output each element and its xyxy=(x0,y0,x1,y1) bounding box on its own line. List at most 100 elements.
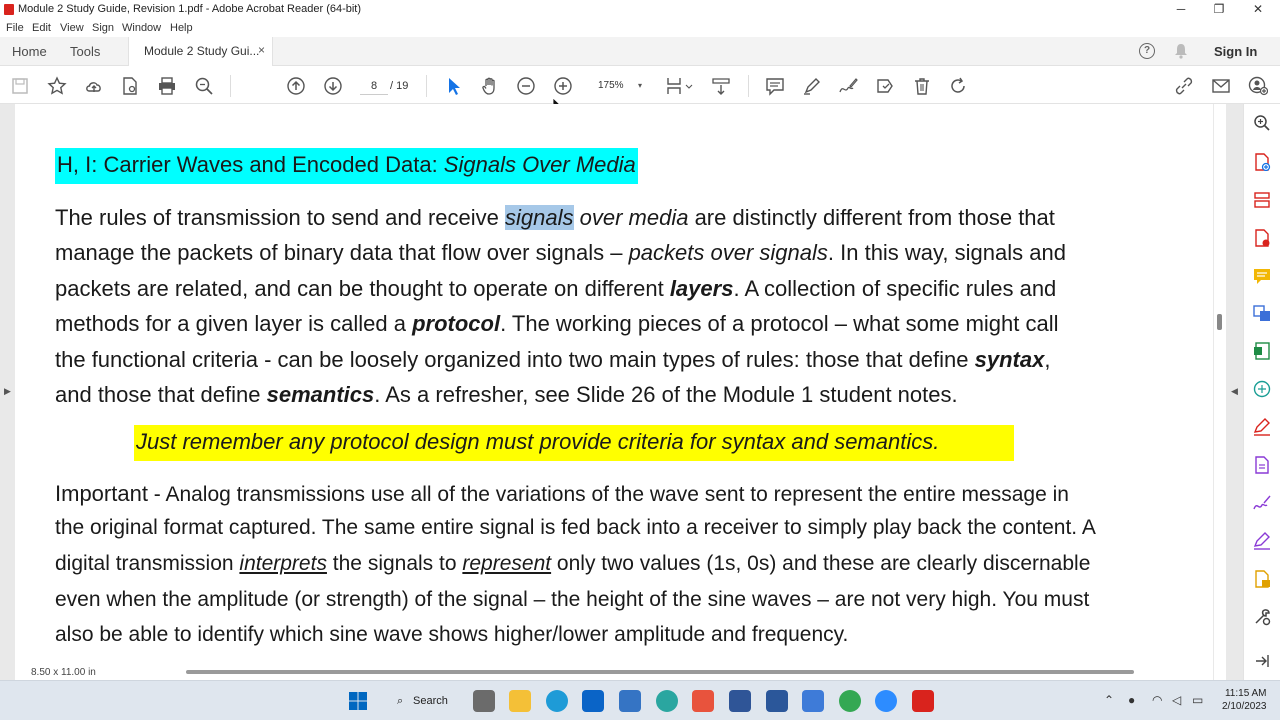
menu-view[interactable]: View xyxy=(60,22,84,34)
sign-in-button[interactable]: Sign In xyxy=(1214,44,1257,59)
app-teal-icon[interactable] xyxy=(656,690,678,712)
user-add-icon[interactable] xyxy=(1248,76,1268,96)
request-signature-icon[interactable] xyxy=(1253,494,1271,512)
file-search-icon[interactable] xyxy=(120,76,140,96)
taskbar-search[interactable]: ⌕ Search xyxy=(389,690,455,712)
text-run: the functional criteria - can be loosely… xyxy=(55,347,975,372)
select-pointer-icon[interactable] xyxy=(444,76,464,96)
edit-pdf-icon[interactable] xyxy=(1253,532,1271,550)
vertical-scrollbar[interactable] xyxy=(1214,104,1226,680)
app-s-icon[interactable] xyxy=(619,690,641,712)
taskbar-clock[interactable]: 11:15 AM 2/10/2023 xyxy=(1222,687,1267,713)
expand-pane-icon[interactable] xyxy=(1253,652,1271,670)
start-icon[interactable] xyxy=(347,690,369,712)
tray-chevron-icon[interactable]: ⌃ xyxy=(1104,693,1114,707)
important-label: Important xyxy=(55,481,148,506)
rotate-icon[interactable] xyxy=(948,76,968,96)
export-excel-icon[interactable] xyxy=(1253,342,1271,360)
selected-text[interactable]: signals xyxy=(505,205,574,230)
search-icon: ⌕ xyxy=(397,695,404,707)
highlight-pen-icon[interactable] xyxy=(802,76,822,96)
outlook-icon[interactable] xyxy=(582,690,604,712)
tab-tools[interactable]: Tools xyxy=(70,44,100,59)
page-up-icon[interactable] xyxy=(286,76,306,96)
more-tools-icon[interactable] xyxy=(1253,608,1271,626)
bookmark-star-icon[interactable] xyxy=(47,76,67,96)
search-label: Search xyxy=(413,695,448,707)
text-run: - Analog transmissions use all of the va… xyxy=(147,483,1069,506)
chrome-icon[interactable] xyxy=(839,690,861,712)
maximize-button[interactable]: ❐ xyxy=(1204,1,1234,18)
combine-files-icon[interactable] xyxy=(1253,304,1271,322)
text-run: The rules of transmission to send and re… xyxy=(55,205,506,230)
comment-icon[interactable] xyxy=(765,76,785,96)
trash-icon[interactable] xyxy=(912,76,932,96)
organize-pages-icon[interactable] xyxy=(1253,191,1271,209)
page-down-icon[interactable] xyxy=(323,76,343,96)
right-pane-toggle-icon[interactable]: ◀ xyxy=(1231,386,1238,397)
stamp-icon[interactable] xyxy=(875,76,895,96)
notepad-icon[interactable] xyxy=(802,690,824,712)
paragraph-line: the original format captured. The same e… xyxy=(55,516,1096,539)
export-pdf-icon[interactable] xyxy=(1253,229,1271,247)
email-icon[interactable] xyxy=(1211,76,1231,96)
fill-sign-icon[interactable] xyxy=(1253,418,1271,436)
zoom-level-select[interactable]: 175% ▾ xyxy=(592,77,644,95)
wifi-icon[interactable]: ◠ xyxy=(1152,693,1162,707)
comment-icon[interactable] xyxy=(1253,267,1271,285)
tab-home[interactable]: Home xyxy=(12,44,47,59)
share-link-icon[interactable] xyxy=(1174,76,1194,96)
file-explorer-icon[interactable] xyxy=(509,690,531,712)
zoom-icon[interactable] xyxy=(875,690,897,712)
microphone-icon[interactable]: ● xyxy=(1128,693,1135,707)
search-zoom-icon[interactable] xyxy=(194,76,214,96)
sign-icon[interactable] xyxy=(838,76,858,96)
edge-icon[interactable] xyxy=(546,690,568,712)
scan-icon[interactable] xyxy=(1253,380,1271,398)
hand-pan-icon[interactable] xyxy=(480,76,500,96)
zoom-out-icon[interactable] xyxy=(516,76,536,96)
battery-icon[interactable]: ▭ xyxy=(1192,693,1203,707)
tab-document[interactable]: Module 2 Study Gui... × xyxy=(128,37,273,66)
paragraph-line: also be able to identify which sine wave… xyxy=(55,623,849,646)
paragraph-line: The rules of transmission to send and re… xyxy=(55,205,1055,231)
prepare-form-icon[interactable] xyxy=(1253,570,1271,588)
menu-edit[interactable]: Edit xyxy=(32,22,51,34)
menu-help[interactable]: Help xyxy=(170,22,193,34)
page-display-icon[interactable] xyxy=(665,76,693,96)
left-pane-toggle-icon[interactable]: ▶ xyxy=(4,386,11,397)
text-run: and those that define xyxy=(55,382,267,407)
word-icon[interactable] xyxy=(766,690,788,712)
save-icon[interactable] xyxy=(10,76,30,96)
page-number-input[interactable]: 8 xyxy=(360,77,388,95)
protect-icon[interactable] xyxy=(1253,456,1271,474)
toolbar: 8 / 19 175% ▾ xyxy=(0,67,1280,104)
volume-icon[interactable]: ◁ xyxy=(1172,693,1181,707)
menu-window[interactable]: Window xyxy=(122,22,161,34)
right-tools-pane xyxy=(1243,104,1280,680)
notification-bell-icon[interactable] xyxy=(1174,43,1188,59)
zoom-in-icon[interactable] xyxy=(553,76,573,96)
task-view-icon[interactable] xyxy=(473,690,495,712)
close-tab-icon[interactable]: × xyxy=(258,43,265,57)
create-pdf-icon[interactable] xyxy=(1253,153,1271,171)
help-icon[interactable]: ? xyxy=(1139,43,1155,59)
page-total: / 19 xyxy=(390,80,409,92)
scroll-mode-icon[interactable] xyxy=(711,76,731,96)
vertical-scrollbar-thumb[interactable] xyxy=(1217,314,1222,330)
paragraph-line: Important - Analog transmissions use all… xyxy=(55,481,1069,507)
close-window-button[interactable]: ✕ xyxy=(1243,1,1273,18)
search-icon[interactable] xyxy=(1253,114,1271,132)
horizontal-scrollbar[interactable] xyxy=(186,670,1134,674)
menu-sign[interactable]: Sign xyxy=(92,22,114,34)
text-run: methods for a given layer is called a xyxy=(55,311,413,336)
menu-file[interactable]: File xyxy=(6,22,24,34)
paragraph-line: methods for a given layer is called a pr… xyxy=(55,311,1059,337)
powershell-icon[interactable] xyxy=(729,690,751,712)
document-tab-label: Module 2 Study Gui... xyxy=(144,44,260,58)
minimize-button[interactable]: ─ xyxy=(1166,1,1196,18)
print-icon[interactable] xyxy=(157,76,177,96)
app-s-red-icon[interactable] xyxy=(692,690,714,712)
upload-cloud-icon[interactable] xyxy=(84,76,104,96)
acrobat-icon[interactable] xyxy=(912,690,934,712)
